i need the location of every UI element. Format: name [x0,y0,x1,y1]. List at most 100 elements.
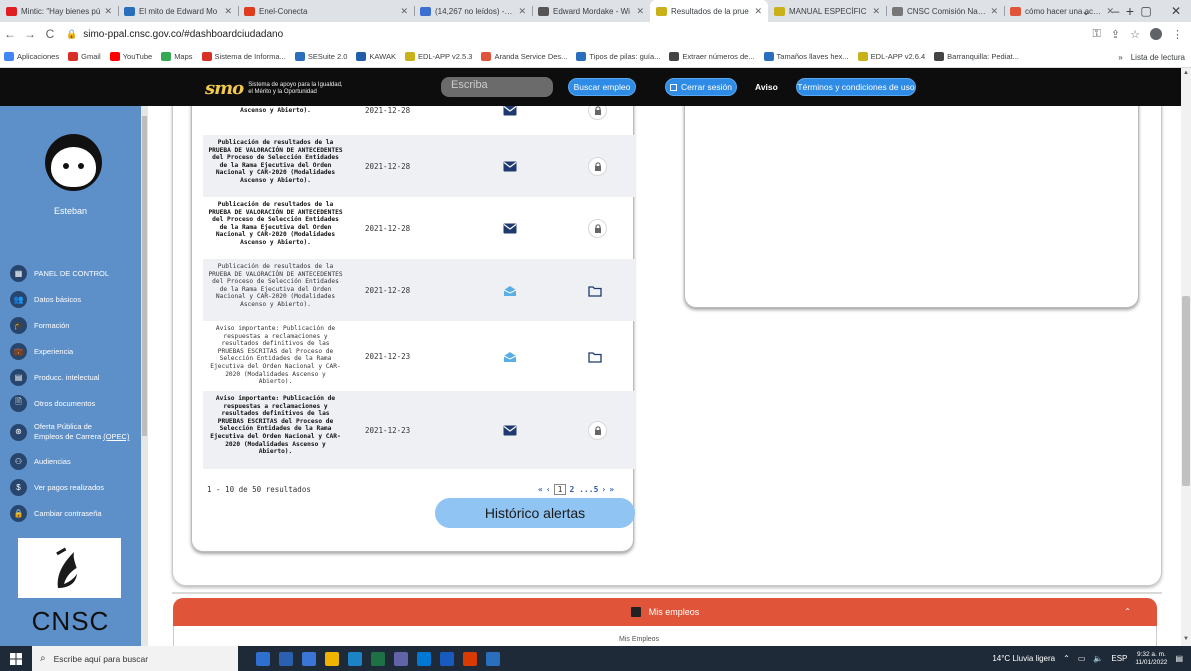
tab-close-icon[interactable]: ✕ [224,6,232,17]
alert-read-status[interactable] [503,425,517,439]
key-icon[interactable]: ⚿ [1093,28,1101,41]
next-page-button[interactable]: › [601,485,606,494]
browser-tab[interactable]: (14,267 no leídos) - pe ✕ [414,0,532,22]
bookmark-item[interactable]: EDL-APP v2.6.4 [857,52,925,61]
profile-icon[interactable] [1150,28,1162,40]
bookmark-item[interactable]: Aplicaciones [4,52,59,61]
alert-message[interactable]: Aviso importante: Publicación de respues… [207,395,344,456]
folder-icon[interactable] [588,351,602,363]
tab-close-icon[interactable]: ✕ [400,6,408,17]
page-links[interactable]: 2 ...5 [569,485,598,494]
alert-row[interactable]: Publicación de resultados de la PRUEBA D… [203,106,635,135]
notice-link[interactable]: Aviso [755,82,778,92]
network-icon[interactable]: ▭ [1078,654,1086,663]
sidebar-item-opec[interactable]: ⊛ Oferta Pública de Empleos de Carrera (OP… [10,416,129,448]
bookmark-item[interactable]: YouTube [109,52,152,61]
taskbar-app-icon[interactable] [463,651,477,666]
logout-button[interactable]: Cerrar sesión [665,78,737,96]
first-page-button[interactable]: « [538,485,543,494]
alert-read-status[interactable] [503,161,517,175]
bookmark-item[interactable]: Extraer números de... [669,52,755,61]
share-icon[interactable]: ⇪ [1111,28,1120,41]
taskbar-app-icon[interactable] [371,651,385,666]
tab-close-icon[interactable]: ✕ [754,6,762,17]
last-page-button[interactable]: » [609,485,614,494]
prev-page-button[interactable]: ‹ [546,485,551,494]
reload-icon[interactable]: C [40,27,60,41]
alert-attachment[interactable] [588,106,607,120]
folder-icon[interactable] [588,285,602,297]
taskbar-app-icon[interactable] [256,651,270,666]
tray-chevron-icon[interactable]: ⌃ [1063,654,1070,663]
alert-attachment[interactable] [588,351,602,366]
taskbar-app-icon[interactable] [440,651,454,666]
locked-attachment-button[interactable] [588,219,607,238]
bookmarks-more-button[interactable]: » [1118,53,1122,62]
job-search-input[interactable]: Escriba [441,77,553,97]
locked-attachment-button[interactable] [588,106,607,120]
tab-close-icon[interactable]: ✕ [518,6,526,17]
browser-tab[interactable]: MANUAL ESPECÍFIC ✕ [768,0,886,22]
bookmark-item[interactable]: Gmail [68,52,101,61]
more-menu-icon[interactable]: ⋮ [1172,28,1183,41]
language-indicator[interactable]: ESP [1111,654,1127,663]
alert-history-button[interactable]: Histórico alertas [435,498,635,528]
browser-tab[interactable]: Mintic: "Hay bienes pú ✕ [0,0,118,22]
browser-tab[interactable]: Edward Mordake - Wi ✕ [532,0,650,22]
close-window-button[interactable]: ✕ [1161,0,1191,22]
alert-row[interactable]: Aviso importante: Publicación de respues… [203,391,635,469]
bookmark-item[interactable]: Tamaños llaves hex... [763,52,849,61]
taskbar-app-icon[interactable] [394,651,408,666]
taskbar-search[interactable]: ⌕ Escribe aquí para buscar [32,646,238,671]
alert-message[interactable]: Publicación de resultados de la PRUEBA D… [207,106,344,115]
sidebar-scrollbar[interactable] [141,106,148,646]
browser-tab[interactable]: Resultados de la prue ✕ [650,0,768,22]
bookmark-item[interactable]: EDL-APP v2.5.3 [404,52,472,61]
tab-close-icon[interactable]: ✕ [636,6,644,17]
alert-row[interactable]: Publicación de resultados de la PRUEBA D… [203,259,635,321]
my-jobs-panel-header[interactable]: Mis empleos ⌃ [173,598,1157,626]
taskbar-app-icon[interactable] [348,651,362,666]
taskbar-app-icon[interactable] [325,651,339,666]
bookmark-item[interactable]: Aranda Service Des... [481,52,567,61]
alert-message[interactable]: Publicación de resultados de la PRUEBA D… [207,139,344,185]
alert-row[interactable]: Publicación de resultados de la PRUEBA D… [203,197,635,259]
sidebar-item-hearings[interactable]: ⚇ Audiencias [10,448,129,474]
sidebar-item-change-password[interactable]: 🔒 Cambiar contraseña [10,500,129,526]
sidebar-scrollbar-thumb[interactable] [142,116,147,436]
current-page[interactable]: 1 [553,484,567,495]
bookmark-item[interactable]: SESuite 2.0 [294,52,347,61]
sidebar-item-education[interactable]: 🎓 Formación [10,312,129,338]
sidebar-item-experience[interactable]: 💼 Experiencia [10,338,129,364]
alert-row[interactable]: Aviso importante: Publicación de respues… [203,321,635,391]
back-icon[interactable]: ← [0,27,20,41]
page-scrollbar[interactable]: ▲ ▼ [1181,68,1191,646]
alert-read-status[interactable] [503,285,517,300]
alert-attachment[interactable] [588,285,602,300]
bookmark-item[interactable]: KAWAK [356,52,396,61]
alert-read-status[interactable] [503,351,517,366]
bookmark-item[interactable]: Barranquilla: Pediat... [934,52,1019,61]
scroll-up-icon[interactable]: ▲ [1183,70,1189,76]
weather-widget[interactable]: 14°C Lluvia ligera [992,654,1055,663]
sidebar-item-intellectual-production[interactable]: ▤ Producc. intelectual [10,364,129,390]
alert-read-status[interactable] [503,106,517,119]
url-field[interactable]: 🔒 simo-ppal.cnsc.gov.co/#dashboardciudad… [66,25,283,43]
taskbar-app-icon[interactable] [302,651,316,666]
search-job-button[interactable]: Buscar empleo [568,78,636,96]
sidebar-item-other-documents[interactable]: 🗎 Otros documentos [10,390,129,416]
locked-attachment-button[interactable] [588,421,607,440]
tab-close-icon[interactable]: ✕ [990,6,998,17]
start-button[interactable] [0,652,32,665]
sidebar-item-control-panel[interactable]: ▦ PANEL DE CONTROL [10,260,129,286]
sidebar-item-basic-data[interactable]: 👥 Datos básicos [10,286,129,312]
alert-attachment[interactable] [588,157,607,176]
taskbar-app-icon[interactable] [486,651,500,666]
bookmark-item[interactable]: Sistema de Informa... [201,52,286,61]
clock[interactable]: 9:32 a. m. 11/01/2022 [1135,651,1167,667]
scroll-down-icon[interactable]: ▼ [1183,636,1189,642]
taskbar-app-icon[interactable] [279,651,293,666]
star-icon[interactable]: ☆ [1130,28,1140,41]
page-scrollbar-thumb[interactable] [1182,296,1190,486]
notifications-icon[interactable]: ▤ [1175,654,1183,663]
